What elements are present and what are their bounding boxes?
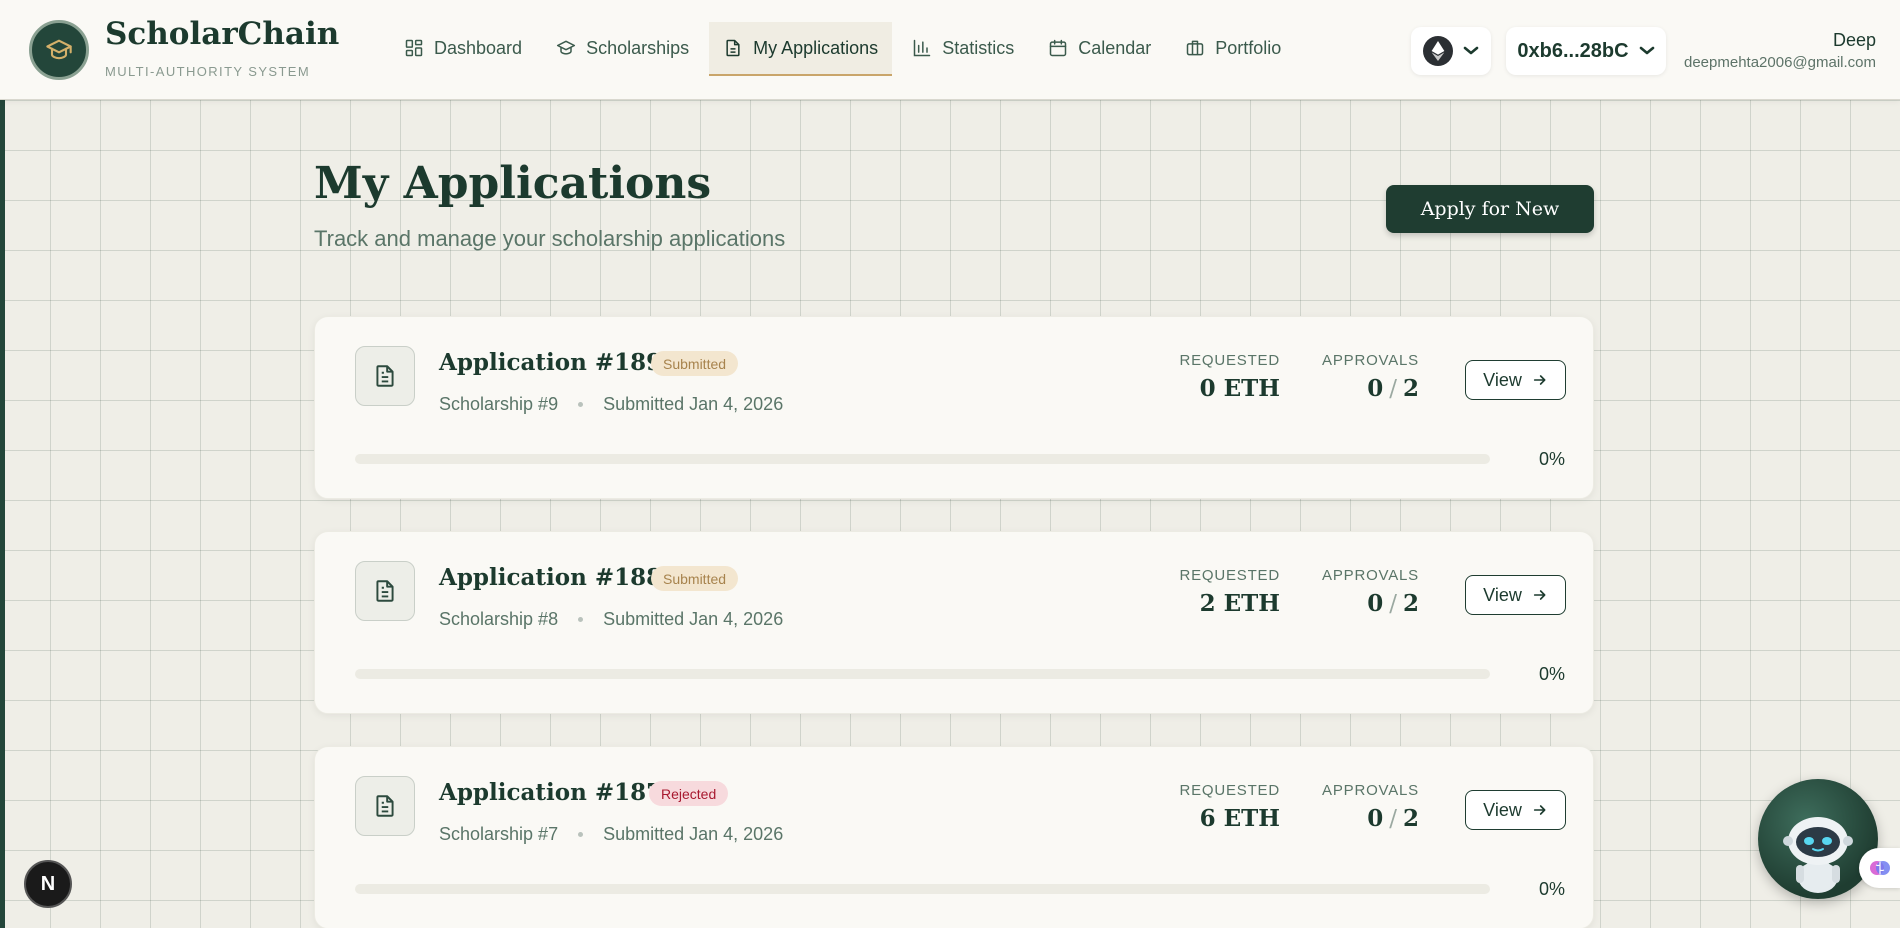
- chevron-down-icon: [1639, 46, 1654, 55]
- framework-badge-icon[interactable]: N: [24, 860, 72, 908]
- approvals-count: 0/2: [1367, 375, 1419, 402]
- nav-label: Dashboard: [434, 37, 523, 58]
- separator-dot: [578, 832, 584, 837]
- wallet-address: 0xb6...28bC: [1517, 39, 1629, 62]
- approvals-approved: 0: [1367, 375, 1384, 402]
- approvals-approved: 0: [1367, 590, 1384, 617]
- approvals-count: 0/2: [1367, 805, 1419, 832]
- separator-dot: [578, 402, 584, 407]
- submitted-date: Submitted Jan 4, 2026: [603, 394, 784, 414]
- scholarship-ref: Scholarship #9: [439, 394, 559, 414]
- chatbot-assistant-button[interactable]: [1758, 779, 1878, 899]
- status-badge: Rejected: [649, 781, 729, 806]
- approvals-approved: 0: [1367, 805, 1384, 832]
- ethereum-icon: [1423, 36, 1453, 66]
- nav-label: Calendar: [1078, 37, 1152, 58]
- network-selector[interactable]: [1411, 27, 1491, 75]
- view-label: View: [1483, 584, 1522, 605]
- nav-label: Scholarships: [586, 37, 690, 58]
- application-card: Application #189 Submitted Scholarship #…: [314, 316, 1594, 499]
- nav-label: Statistics: [942, 37, 1015, 58]
- submitted-date: Submitted Jan 4, 2026: [603, 824, 784, 844]
- briefcase-icon: [1187, 40, 1204, 56]
- user-email: deepmehta2006@gmail.com: [1683, 54, 1876, 71]
- apply-for-new-button[interactable]: Apply for New: [1386, 185, 1594, 233]
- status-badge: Submitted: [651, 566, 739, 591]
- view-label: View: [1483, 369, 1522, 390]
- arrow-right-icon: [1533, 375, 1546, 385]
- submitted-date: Submitted Jan 4, 2026: [603, 609, 784, 629]
- requested-label: REQUESTED: [1179, 567, 1280, 584]
- application-card: Application #187 Rejected Scholarship #7…: [314, 746, 1594, 928]
- approvals-label: APPROVALS: [1322, 782, 1419, 799]
- arrow-right-icon: [1533, 590, 1546, 600]
- application-title[interactable]: Application #187: [439, 779, 662, 806]
- arrow-right-icon: [1533, 805, 1546, 815]
- application-meta: Scholarship #7 Submitted Jan 4, 2026: [439, 824, 783, 845]
- approval-progress-bar: [355, 454, 1490, 464]
- brand-name: ScholarChain: [105, 16, 340, 52]
- bar-chart-icon: [913, 39, 931, 57]
- requested-label: REQUESTED: [1179, 782, 1280, 799]
- robot-icon: [1783, 817, 1853, 893]
- top-header: ScholarChain MULTI-AUTHORITY SYSTEM Dash…: [0, 0, 1900, 100]
- separator-dot: [578, 617, 584, 622]
- view-label: View: [1483, 799, 1522, 820]
- document-icon: [355, 561, 415, 621]
- application-title[interactable]: Application #189: [439, 349, 662, 376]
- requested-amount: 2 ETH: [1199, 590, 1280, 617]
- requested-amount: 6 ETH: [1199, 805, 1280, 832]
- scholarship-ref: Scholarship #7: [439, 824, 559, 844]
- view-button[interactable]: View: [1465, 360, 1566, 400]
- approval-progress-bar: [355, 884, 1490, 894]
- nav-portfolio[interactable]: Portfolio: [1171, 22, 1295, 76]
- application-card: Application #188 Submitted Scholarship #…: [314, 531, 1594, 714]
- view-button[interactable]: View: [1465, 790, 1566, 830]
- nav-calendar[interactable]: Calendar: [1034, 22, 1165, 76]
- approvals-label: APPROVALS: [1322, 352, 1419, 369]
- approvals-label: APPROVALS: [1322, 567, 1419, 584]
- calendar-icon: [1049, 39, 1067, 57]
- document-icon: [726, 39, 740, 57]
- approvals-count: 0/2: [1367, 590, 1419, 617]
- left-accent-rail: [0, 100, 5, 928]
- application-meta: Scholarship #9 Submitted Jan 4, 2026: [439, 394, 783, 415]
- graduation-cap-icon: [556, 40, 576, 55]
- brand-subtitle: MULTI-AUTHORITY SYSTEM: [105, 64, 311, 79]
- progress-percent: 0%: [1538, 449, 1565, 469]
- page-title: My Applications: [314, 158, 712, 209]
- status-badge: Submitted: [651, 351, 739, 376]
- progress-percent: 0%: [1538, 879, 1565, 899]
- nav-my-applications[interactable]: My Applications: [709, 22, 893, 76]
- document-icon: [355, 346, 415, 406]
- nav-dashboard[interactable]: Dashboard: [390, 22, 536, 76]
- approval-progress-bar: [355, 669, 1490, 679]
- nav-statistics[interactable]: Statistics: [898, 22, 1028, 76]
- nav-label: Portfolio: [1215, 37, 1282, 58]
- grid-icon: [405, 39, 423, 57]
- side-panel-tab[interactable]: [1859, 848, 1900, 888]
- wallet-selector[interactable]: 0xb6...28bC: [1506, 27, 1666, 75]
- document-icon: [355, 776, 415, 836]
- brain-icon: [1869, 861, 1890, 875]
- page-subtitle: Track and manage your scholarship applic…: [314, 226, 786, 251]
- user-name[interactable]: Deep: [1833, 30, 1876, 51]
- application-title[interactable]: Application #188: [439, 564, 662, 591]
- approvals-required: 2: [1402, 590, 1419, 617]
- view-button[interactable]: View: [1465, 575, 1566, 615]
- progress-percent: 0%: [1538, 664, 1565, 684]
- approvals-required: 2: [1402, 805, 1419, 832]
- nav-label: My Applications: [753, 37, 879, 58]
- nav-scholarships[interactable]: Scholarships: [542, 22, 703, 76]
- requested-label: REQUESTED: [1179, 352, 1280, 369]
- chevron-down-icon: [1463, 46, 1479, 55]
- approvals-required: 2: [1402, 375, 1419, 402]
- logo-icon[interactable]: [29, 20, 89, 80]
- application-meta: Scholarship #8 Submitted Jan 4, 2026: [439, 609, 783, 630]
- main-nav: Dashboard Scholarships My Applications S…: [390, 22, 1301, 78]
- scholarship-ref: Scholarship #8: [439, 609, 559, 629]
- requested-amount: 0 ETH: [1199, 375, 1280, 402]
